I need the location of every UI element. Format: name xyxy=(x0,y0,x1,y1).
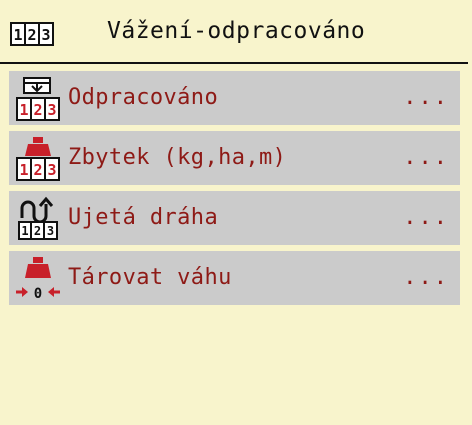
menu-item-label: Ujetá dráha xyxy=(68,205,219,230)
menu-item-zbytek[interactable]: 1 2 3 Zbytek (kg,ha,m) ... xyxy=(9,131,460,185)
svg-text:3: 3 xyxy=(47,161,56,179)
page-title: Vážení-odpracováno xyxy=(107,18,366,44)
svg-text:1: 1 xyxy=(21,224,28,238)
header: 1 2 3 Vážení-odpracováno xyxy=(0,0,472,62)
more-indicator: ... xyxy=(403,85,449,110)
menu-item-label: Odpracováno xyxy=(68,85,219,110)
svg-text:2: 2 xyxy=(27,26,36,44)
distance-route-icon: 1 2 3 xyxy=(18,196,58,240)
svg-text:0: 0 xyxy=(34,286,42,302)
counter-123-icon: 1 2 3 xyxy=(10,22,54,46)
menu-item-label: Zbytek (kg,ha,m) xyxy=(68,145,287,170)
svg-text:3: 3 xyxy=(47,101,56,119)
menu-item-label: Tárovat váhu xyxy=(68,265,232,290)
more-indicator: ... xyxy=(403,145,449,170)
header-divider xyxy=(0,62,468,64)
svg-text:1: 1 xyxy=(13,26,22,44)
menu-item-ujeta-draha[interactable]: 1 2 3 Ujetá dráha ... xyxy=(9,191,460,245)
svg-text:2: 2 xyxy=(33,101,42,119)
svg-text:2: 2 xyxy=(33,161,42,179)
menu-item-tarovat-vahu[interactable]: 0 Tárovat váhu ... xyxy=(9,251,460,305)
svg-text:1: 1 xyxy=(19,161,28,179)
menu-item-odpracovano[interactable]: 1 2 3 Odpracováno ... xyxy=(9,71,460,125)
counter-funnel-icon: 1 2 3 xyxy=(16,77,60,121)
svg-text:3: 3 xyxy=(47,224,54,238)
svg-text:1: 1 xyxy=(19,101,28,119)
svg-text:3: 3 xyxy=(41,26,50,44)
more-indicator: ... xyxy=(403,265,449,290)
svg-text:2: 2 xyxy=(34,224,41,238)
more-indicator: ... xyxy=(403,205,449,230)
weight-counter-icon: 1 2 3 xyxy=(16,137,60,181)
tare-scale-icon: 0 xyxy=(16,257,60,302)
menu-list: 1 2 3 Odpracováno ... 1 2 3 Zbytek (kg,h… xyxy=(9,71,460,311)
